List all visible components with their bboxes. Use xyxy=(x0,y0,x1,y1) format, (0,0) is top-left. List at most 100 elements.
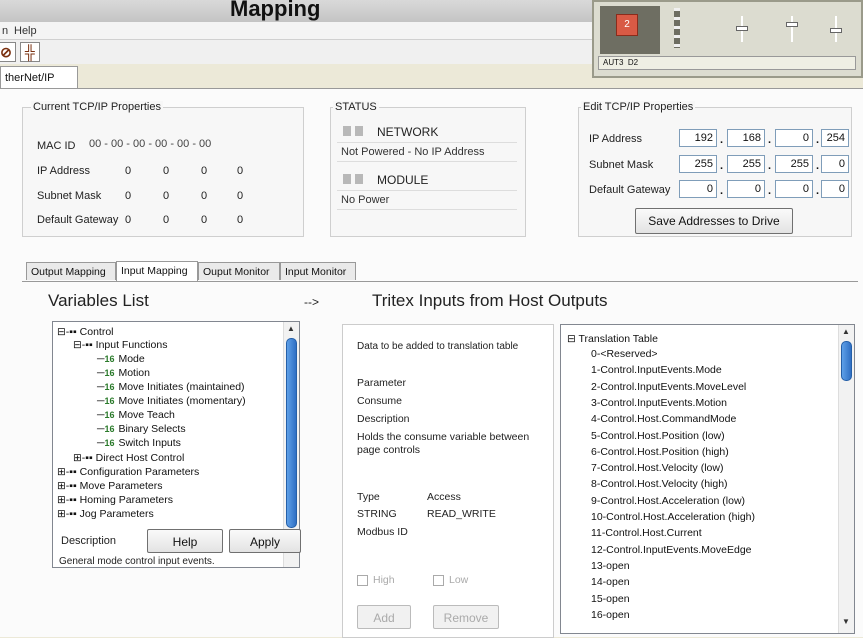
tree-leaf-move-initiates-maintained[interactable]: ─16 Move Initiates (maintained) xyxy=(97,381,245,393)
high-label: High xyxy=(373,574,395,586)
current-subnet-label: Subnet Mask xyxy=(37,190,102,202)
translation-table-item[interactable]: 15-open xyxy=(591,593,630,605)
save-addresses-button[interactable]: Save Addresses to Drive xyxy=(635,208,793,234)
module-led-2 xyxy=(355,174,363,184)
translation-table-item[interactable]: 9-Control.Host.Acceleration (low) xyxy=(591,495,745,507)
edit-subnet-octet-2[interactable]: 255 xyxy=(727,155,765,173)
inset-status-bar: AUT3 D2 xyxy=(598,56,856,70)
edit-subnet-label: Subnet Mask xyxy=(589,159,654,171)
translation-table-item[interactable]: 11-Control.Host.Current xyxy=(591,527,702,539)
tree-leaf-move-teach[interactable]: ─16 Move Teach xyxy=(97,409,175,421)
tab-input-monitor[interactable]: Input Monitor xyxy=(280,262,356,280)
translation-table-root[interactable]: ⊟ Translation Table xyxy=(567,333,658,345)
translation-scroll-down-icon[interactable]: ▼ xyxy=(842,617,850,626)
edit-gateway-label: Default Gateway xyxy=(589,184,671,196)
translation-table-item[interactable]: 2-Control.InputEvents.MoveLevel xyxy=(591,381,746,393)
tree-node-move-parameters[interactable]: ⊞-▪▪ Move Parameters xyxy=(57,480,163,492)
inset-red-button[interactable]: 2 xyxy=(616,14,638,36)
low-checkbox[interactable] xyxy=(433,575,444,586)
translation-scroll-thumb[interactable] xyxy=(841,341,852,381)
edit-gateway-octet-2[interactable]: 0 xyxy=(727,180,765,198)
inset-slider-timebase[interactable] xyxy=(828,16,844,42)
variables-list-title: Variables List xyxy=(48,291,149,310)
tab-ethernet-ip[interactable]: therNet/IP xyxy=(0,66,78,88)
network-icon[interactable]: ╬ xyxy=(20,42,40,62)
variables-scroll-thumb[interactable] xyxy=(286,338,297,528)
translation-table-item[interactable]: 12-Control.InputEvents.MoveEdge xyxy=(591,544,752,556)
current-gateway-octet-2: 0 xyxy=(163,214,170,226)
tab-output-mapping[interactable]: Output Mapping xyxy=(26,262,116,280)
tree-node-homing-parameters[interactable]: ⊞-▪▪ Homing Parameters xyxy=(57,494,173,506)
translation-table-item[interactable]: 0-<Reserved> xyxy=(591,348,658,360)
tree-node-direct-host-control[interactable]: ⊞-▪▪ Direct Host Control xyxy=(73,452,184,464)
type-label: Type xyxy=(357,491,380,503)
tree-leaf-move-initiates-momentary[interactable]: ─16 Move Initiates (momentary) xyxy=(97,395,246,407)
current-ip-label: IP Address xyxy=(37,165,90,177)
status-group: STATUS NETWORK Not Powered - No IP Addre… xyxy=(330,101,526,237)
main-panel: Current TCP/IP Properties MAC ID 00 - 00… xyxy=(0,88,863,638)
menu-item-help[interactable]: Help xyxy=(14,25,37,37)
inset-slider-scale[interactable] xyxy=(734,16,750,42)
menu-item-partial[interactable]: n xyxy=(2,25,8,37)
add-button[interactable]: Add xyxy=(357,605,411,629)
network-status-text: Not Powered - No IP Address xyxy=(337,142,517,162)
tritex-inputs-title: Tritex Inputs from Host Outputs xyxy=(372,291,608,310)
tree-node-input-functions[interactable]: ⊟-▪▪ Input Functions xyxy=(73,339,167,351)
module-label: MODULE xyxy=(377,173,429,187)
translation-scrollbar[interactable]: ▲ ▼ xyxy=(838,325,854,633)
network-label: NETWORK xyxy=(377,125,439,139)
tree-leaf-motion[interactable]: ─16 Motion xyxy=(97,367,150,379)
parameter-label: Parameter xyxy=(357,377,407,389)
type-value: STRING xyxy=(357,508,397,520)
tab-output-monitor[interactable]: Ouput Monitor xyxy=(198,262,280,280)
translation-table-item[interactable]: 5-Control.Host.Position (low) xyxy=(591,430,725,442)
edit-subnet-octet-4[interactable]: 0 xyxy=(821,155,849,173)
edit-subnet-octet-1[interactable]: 255 xyxy=(679,155,717,173)
inset-slider-offset[interactable] xyxy=(784,16,800,42)
translation-table-item[interactable]: 6-Control.Host.Position (high) xyxy=(591,446,729,458)
current-gateway-octet-4: 0 xyxy=(237,214,244,226)
tree-node-jog-parameters[interactable]: ⊞-▪▪ Jog Parameters xyxy=(57,508,154,520)
scroll-up-icon[interactable]: ▲ xyxy=(287,324,295,333)
translation-table-item[interactable]: 16-open xyxy=(591,609,630,621)
edit-ip-octet-3[interactable]: 0 xyxy=(775,129,813,147)
current-subnet-octet-4: 0 xyxy=(237,190,244,202)
edit-subnet-octet-3[interactable]: 255 xyxy=(775,155,813,173)
current-subnet-octet-3: 0 xyxy=(201,190,208,202)
tree-node-configuration-parameters[interactable]: ⊞-▪▪ Configuration Parameters xyxy=(57,466,199,478)
apply-button[interactable]: Apply xyxy=(229,529,301,553)
edit-gateway-octet-1[interactable]: 0 xyxy=(679,180,717,198)
tree-node-control[interactable]: ⊟-▪▪ Control xyxy=(57,326,114,338)
tree-leaf-switch-inputs[interactable]: ─16 Switch Inputs xyxy=(97,437,181,449)
translation-table-item[interactable]: 10-Control.Host.Acceleration (high) xyxy=(591,511,755,523)
network-led-1 xyxy=(343,126,351,136)
edit-gateway-octet-3[interactable]: 0 xyxy=(775,180,813,198)
translation-table-item[interactable]: 14-open xyxy=(591,576,630,588)
help-button[interactable]: Help xyxy=(147,529,223,553)
tab-input-mapping[interactable]: Input Mapping xyxy=(116,261,198,281)
translation-table-item[interactable]: 13-open xyxy=(591,560,630,572)
remove-button[interactable]: Remove xyxy=(433,605,499,629)
tree-leaf-binary-selects[interactable]: ─16 Binary Selects xyxy=(97,423,186,435)
translation-table-item[interactable]: 3-Control.InputEvents.Motion xyxy=(591,397,727,409)
connect-icon[interactable]: ⊘ xyxy=(0,42,16,62)
translation-scroll-up-icon[interactable]: ▲ xyxy=(842,327,850,336)
edit-tcpip-title: Edit TCP/IP Properties xyxy=(581,101,696,113)
translation-table-item[interactable]: 7-Control.Host.Velocity (low) xyxy=(591,462,723,474)
edit-ip-octet-4[interactable]: 254 xyxy=(821,129,849,147)
edit-gateway-octet-4[interactable]: 0 xyxy=(821,180,849,198)
description-label: Description xyxy=(61,535,117,547)
translation-table-item[interactable]: 8-Control.Host.Velocity (high) xyxy=(591,478,728,490)
tree-leaf-mode[interactable]: ─16 Mode xyxy=(97,353,145,365)
access-label: Access xyxy=(427,491,461,503)
current-gateway-octet-1: 0 xyxy=(125,214,132,226)
translation-table-item[interactable]: 4-Control.Host.CommandMode xyxy=(591,413,736,425)
translation-table-item[interactable]: 1-Control.InputEvents.Mode xyxy=(591,364,722,376)
data-detail-panel: Data to be added to translation table Pa… xyxy=(342,324,554,638)
edit-ip-octet-2[interactable]: 168 xyxy=(727,129,765,147)
module-led-1 xyxy=(343,174,351,184)
high-checkbox[interactable] xyxy=(357,575,368,586)
current-tcpip-title: Current TCP/IP Properties xyxy=(31,101,163,113)
current-ip-octet-1: 0 xyxy=(125,165,132,177)
edit-ip-octet-1[interactable]: 192 xyxy=(679,129,717,147)
